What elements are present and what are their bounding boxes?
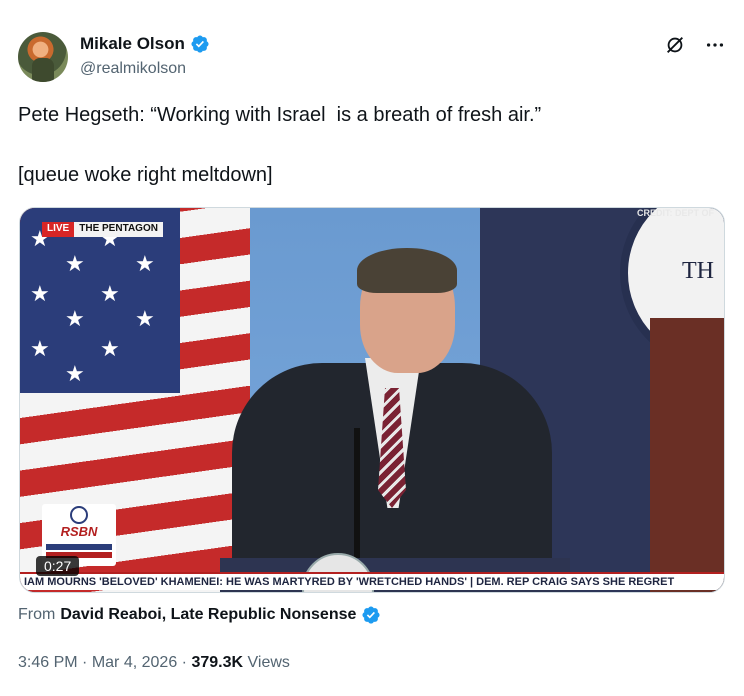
star-icon: ★ <box>100 281 120 306</box>
meta-separator: · <box>181 654 187 671</box>
live-badge: LIVE THE PENTAGON <box>42 222 163 237</box>
more-icon[interactable] <box>704 34 726 56</box>
star-icon: ★ <box>100 336 120 361</box>
source-name[interactable]: David Reaboi, Late Republic Nonsense <box>60 606 356 624</box>
star-icon: ★ <box>135 306 155 331</box>
wood-panel <box>650 318 724 592</box>
star-icon: ★ <box>65 306 85 331</box>
author-display-name[interactable]: Mikale Olson <box>80 34 185 54</box>
verified-badge-icon <box>191 35 209 53</box>
rsbn-stripe-blue <box>46 544 112 550</box>
rsbn-label: RSBN <box>60 524 98 539</box>
tweet-date[interactable]: Mar 4, 2026 <box>92 654 177 671</box>
star-icon: ★ <box>30 336 50 361</box>
author-name-row: Mikale Olson <box>80 34 210 54</box>
microphone <box>354 428 360 558</box>
verified-badge-icon <box>362 606 380 624</box>
news-ticker: IAM MOURNS 'BELOVED' KHAMENEI: HE WAS MA… <box>20 572 724 590</box>
speaker-hair <box>357 248 457 293</box>
tweet-actions-top <box>664 34 726 56</box>
live-label: LIVE <box>42 222 75 237</box>
video-duration: 0:27 <box>36 556 80 576</box>
video-player[interactable]: ★ ★ ★ ★ ★ ★ ★ ★ ★ ★ ★ TH CREDIT: DEPT OF <box>19 207 725 593</box>
star-icon: ★ <box>135 251 155 276</box>
tweet-text: Pete Hegseth: “Working with Israel is a … <box>18 104 542 186</box>
views-label: Views <box>247 654 290 671</box>
source-prefix: From <box>18 606 56 623</box>
meta-separator: · <box>82 654 88 671</box>
video-source: From David Reaboi, Late Republic Nonsens… <box>18 605 381 625</box>
views-count: 379.3K <box>191 654 244 671</box>
star-icon: ★ <box>65 251 85 276</box>
microphone-icon <box>70 506 88 524</box>
tweet-meta: 3:46 PM · Mar 4, 2026 · 379.3K Views <box>18 654 290 672</box>
star-icon: ★ <box>30 281 50 306</box>
author-handle[interactable]: @realmikolson <box>80 60 186 78</box>
live-location: THE PENTAGON <box>74 222 163 237</box>
avatar[interactable] <box>18 32 68 82</box>
video-credit: CREDIT: DEPT OF <box>636 208 714 218</box>
grok-icon[interactable] <box>664 34 686 56</box>
tweet-time[interactable]: 3:46 PM <box>18 654 78 671</box>
star-icon: ★ <box>65 361 85 386</box>
seal-text: TH <box>682 258 714 284</box>
